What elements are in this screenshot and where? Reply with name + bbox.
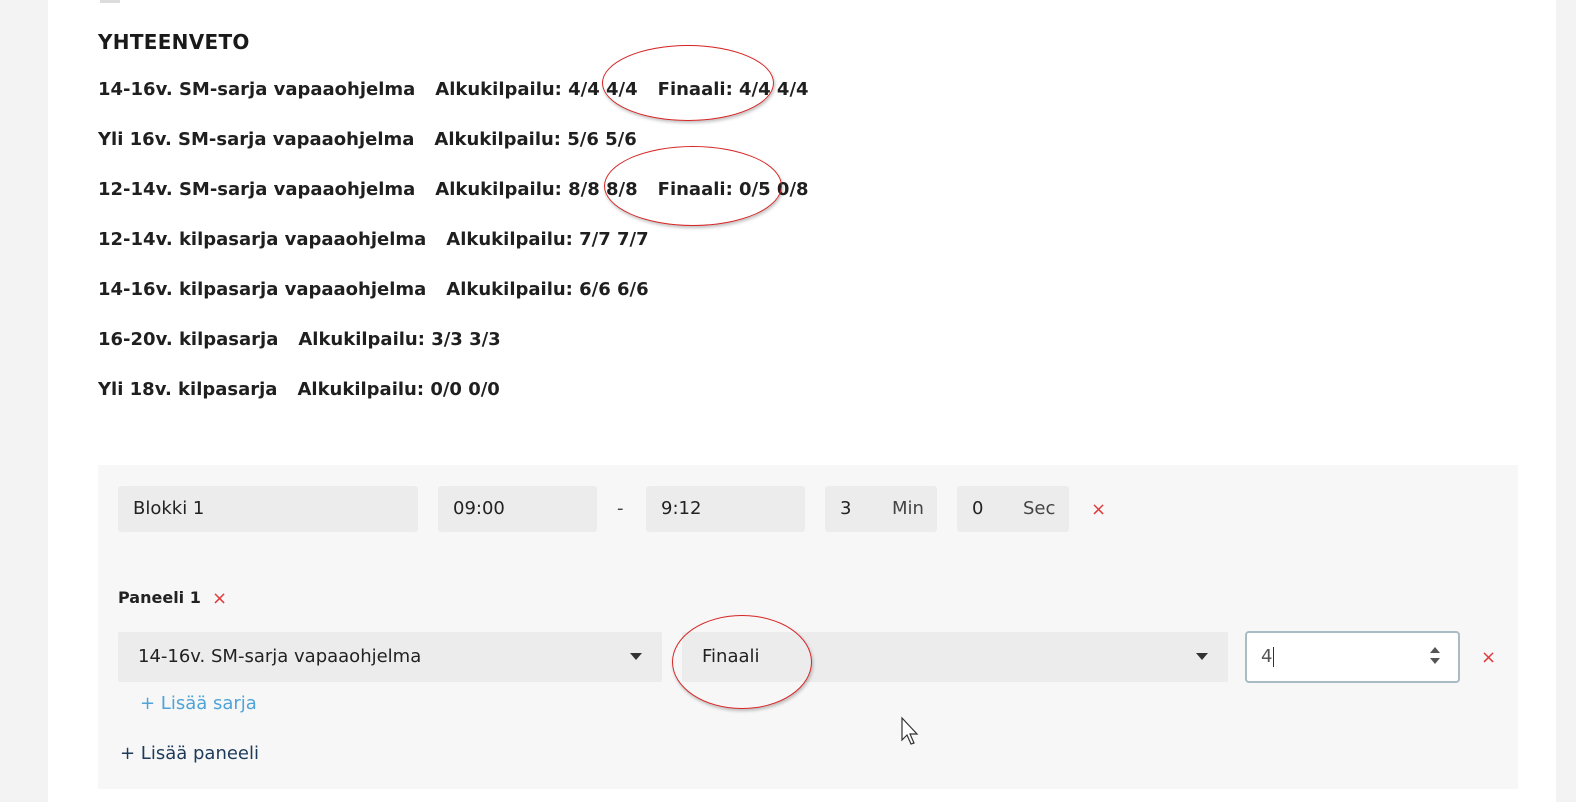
summary-row: 12-14v. SM-sarja vapaaohjelma Alkukilpail… bbox=[98, 175, 829, 205]
summary-row: Yli 18v. kilpasarja Alkukilpailu: 0/0 0/0 bbox=[98, 375, 520, 405]
remove-panel-button[interactable]: × bbox=[212, 590, 227, 608]
top-divider bbox=[100, 0, 120, 3]
add-panel-link[interactable]: + Lisää paneeli bbox=[120, 743, 259, 764]
caret-down-icon bbox=[1196, 653, 1208, 660]
summary-series: 12-14v. SM-sarja vapaaohjelma bbox=[98, 179, 416, 200]
summary-prelim: Alkukilpailu: 6/6 6/6 bbox=[446, 279, 649, 300]
spinner-up-icon[interactable] bbox=[1430, 647, 1440, 653]
minutes-input[interactable]: 3 Min bbox=[825, 486, 937, 532]
summary-row: Yli 16v. SM-sarja vapaaohjelma Alkukilpai… bbox=[98, 125, 657, 155]
round-select-value: Finaali bbox=[702, 646, 760, 667]
summary-series: 14-16v. kilpasarja vapaaohjelma bbox=[98, 279, 427, 300]
add-series-link[interactable]: + Lisää sarja bbox=[140, 693, 257, 714]
summary-final: Finaali: 4/4 4/4 bbox=[657, 79, 809, 100]
caret-down-icon bbox=[630, 653, 642, 660]
summary-prelim: Alkukilpailu: 4/4 4/4 bbox=[435, 79, 638, 100]
end-time-input[interactable]: 9:12 bbox=[646, 486, 805, 532]
text-caret bbox=[1273, 647, 1275, 667]
minutes-value: 3 bbox=[840, 498, 852, 519]
summary-prelim: Alkukilpailu: 3/3 3/3 bbox=[298, 329, 501, 350]
block-name-input[interactable]: Blokki 1 bbox=[118, 486, 418, 532]
seconds-value: 0 bbox=[972, 498, 984, 519]
summary-series: 14-16v. SM-sarja vapaaohjelma bbox=[98, 79, 416, 100]
summary-series: Yli 18v. kilpasarja bbox=[98, 379, 278, 400]
start-time-input[interactable]: 09:00 bbox=[438, 486, 597, 532]
summary-series: 12-14v. kilpasarja vapaaohjelma bbox=[98, 229, 427, 250]
summary-row: 12-14v. kilpasarja vapaaohjelma Alkukilpa… bbox=[98, 225, 669, 255]
count-number-input[interactable]: 4 bbox=[1245, 631, 1460, 683]
summary-row: 14-16v. SM-sarja vapaaohjelma Alkukilpail… bbox=[98, 75, 829, 105]
summary-prelim: Alkukilpailu: 8/8 8/8 bbox=[435, 179, 638, 200]
remove-row-button[interactable]: × bbox=[1481, 649, 1496, 667]
summary-prelim: Alkukilpailu: 7/7 7/7 bbox=[446, 229, 649, 250]
remove-block-button[interactable]: × bbox=[1091, 501, 1106, 519]
summary-prelim: Alkukilpailu: 5/6 5/6 bbox=[434, 129, 637, 150]
spinner-down-icon[interactable] bbox=[1430, 658, 1440, 664]
summary-final: Finaali: 0/5 0/8 bbox=[657, 179, 809, 200]
series-select-value: 14-16v. SM-sarja vapaaohjelma bbox=[138, 646, 422, 667]
series-select[interactable]: 14-16v. SM-sarja vapaaohjelma bbox=[118, 632, 662, 682]
summary-prelim: Alkukilpailu: 0/0 0/0 bbox=[297, 379, 500, 400]
summary-series: Yli 16v. SM-sarja vapaaohjelma bbox=[98, 129, 415, 150]
round-select[interactable]: Finaali bbox=[682, 632, 1228, 682]
summary-row: 16-20v. kilpasarja Alkukilpailu: 3/3 3/3 bbox=[98, 325, 521, 355]
summary-title: YHTEENVETO bbox=[98, 30, 250, 54]
spinner-icon[interactable] bbox=[1430, 647, 1442, 667]
count-value: 4 bbox=[1261, 646, 1273, 667]
mouse-cursor-icon bbox=[901, 716, 919, 745]
seconds-input[interactable]: 0 Sec bbox=[957, 486, 1069, 532]
minutes-unit: Min bbox=[892, 498, 924, 519]
time-separator: - bbox=[617, 498, 624, 519]
seconds-unit: Sec bbox=[1023, 498, 1056, 519]
panel-label: Paneeli 1 bbox=[118, 588, 201, 607]
summary-row: 14-16v. kilpasarja vapaaohjelma Alkukilpa… bbox=[98, 275, 669, 305]
summary-series: 16-20v. kilpasarja bbox=[98, 329, 279, 350]
